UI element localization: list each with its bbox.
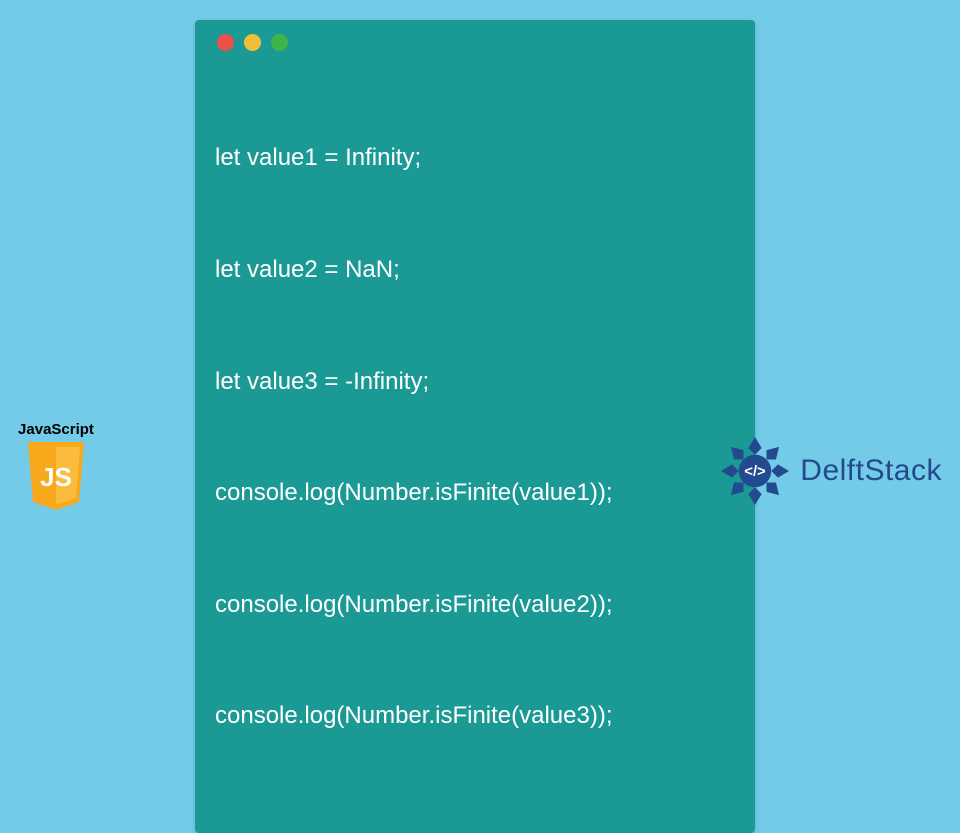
javascript-label: JavaScript [12, 421, 100, 438]
close-icon [217, 34, 234, 51]
maximize-icon [271, 34, 288, 51]
brand-name: DelftStack [800, 454, 942, 488]
javascript-badge: JavaScript JS [12, 421, 100, 512]
code-line: console.log(Number.isFinite(value2)); [215, 586, 735, 623]
brand-logo-icon: </> [718, 434, 792, 508]
code-line: let value1 = Infinity; [215, 139, 735, 176]
javascript-shield-icon: JS [25, 442, 87, 512]
code-line: let value2 = NaN; [215, 251, 735, 288]
code-line: console.log(Number.isFinite(value1)); [215, 474, 735, 511]
minimize-icon [244, 34, 261, 51]
code-window: let value1 = Infinity; let value2 = NaN;… [195, 20, 755, 833]
js-glyph: JS [40, 462, 72, 492]
code-line: console.log(Number.isFinite(value3)); [215, 697, 735, 734]
brand: </> DelftStack [718, 434, 942, 508]
window-controls [215, 34, 735, 51]
code-line: let value3 = -Infinity; [215, 363, 735, 400]
code-block: let value1 = Infinity; let value2 = NaN;… [215, 65, 735, 809]
svg-text:</>: </> [745, 464, 767, 480]
